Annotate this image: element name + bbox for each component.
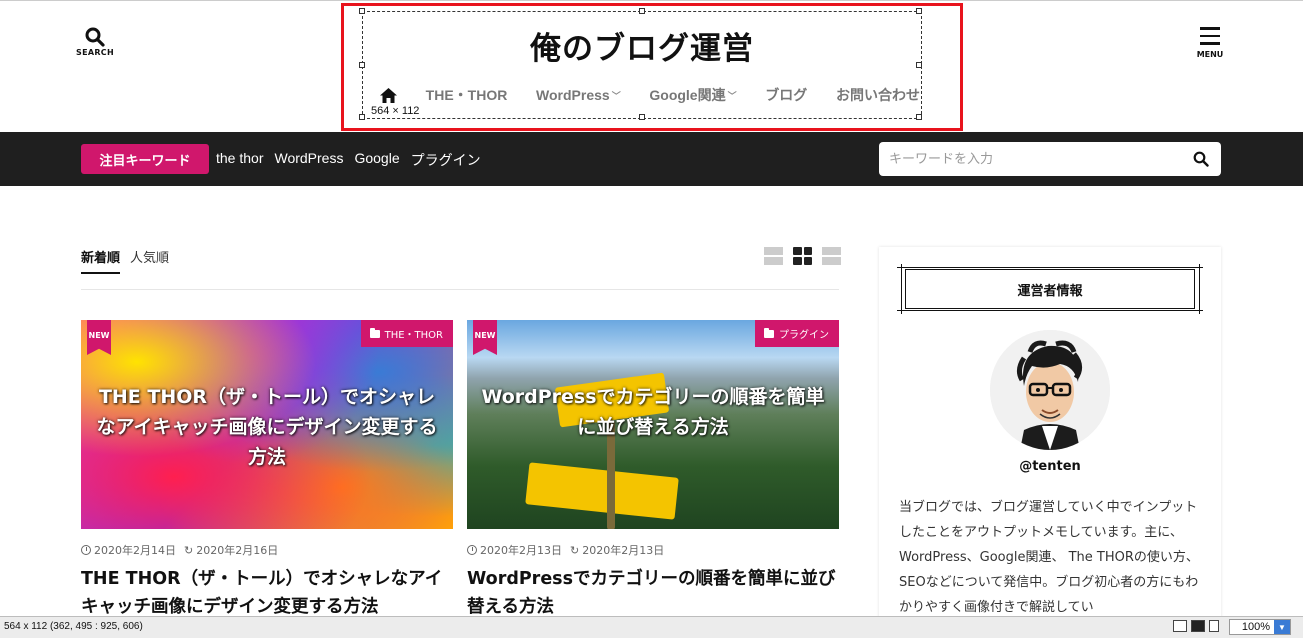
keyword-link[interactable]: Google bbox=[354, 150, 399, 170]
resize-handle[interactable] bbox=[916, 8, 922, 14]
profile-handle: @tenten bbox=[1019, 459, 1081, 474]
article-card[interactable]: THE THOR（ザ・トール）でオシャレなアイキャッチ画像にデザイン変更する方法… bbox=[81, 320, 453, 621]
keyword-link[interactable]: the thor bbox=[216, 150, 263, 170]
menu-label: MENU bbox=[1196, 49, 1224, 59]
title-decoration bbox=[897, 267, 1203, 268]
category-label: プラグイン bbox=[779, 330, 829, 341]
avatar bbox=[990, 330, 1110, 450]
profile-description: 当ブログでは、ブログ運営していく中でインプットしたことをアウトプットメモしていま… bbox=[899, 500, 1199, 615]
search-icon bbox=[85, 27, 105, 47]
title-decoration bbox=[901, 264, 902, 314]
nav-item-label: THE・THOR bbox=[425, 87, 508, 103]
nav-home[interactable] bbox=[380, 87, 397, 103]
nav-item-wordpress[interactable]: WordPress ﹀ bbox=[536, 87, 621, 103]
site-header: SEARCH MENU 俺のブログ運営 THE・THOR WordPress ﹀… bbox=[0, 0, 1303, 132]
chevron-down-icon: ▼ bbox=[1274, 620, 1290, 634]
updated-icon: ↻ bbox=[570, 543, 580, 557]
search-label: SEARCH bbox=[76, 48, 114, 57]
hamburger-icon bbox=[1200, 27, 1220, 45]
resize-handle[interactable] bbox=[639, 114, 645, 120]
keyword-links: the thor WordPress Google プラグイン bbox=[216, 150, 481, 170]
title-decoration bbox=[1199, 264, 1200, 314]
sidebar-profile-widget: 運営者情報 @tenten 当ブログでは、ブログ運営していく中でインプットしたこ… bbox=[879, 247, 1221, 638]
view-switcher bbox=[764, 247, 841, 265]
widget-title: 運営者情報 bbox=[905, 269, 1195, 309]
eyecatch-caption: THE THOR（ザ・トール）でオシャレなアイキャッチ画像にデザイン変更する方法 bbox=[96, 386, 438, 468]
keyword-badge: 注目キーワード bbox=[81, 144, 209, 174]
search-button[interactable]: SEARCH bbox=[76, 27, 114, 57]
tabs-divider bbox=[81, 289, 839, 290]
nav-item-google[interactable]: Google関連 ﹀ bbox=[649, 85, 736, 105]
title-decoration bbox=[897, 310, 1203, 311]
nav-item-label: お問い合わせ bbox=[835, 87, 920, 103]
category-badge[interactable]: THE・THOR bbox=[360, 320, 453, 347]
window-icon[interactable] bbox=[1209, 620, 1219, 632]
nav-item-blog[interactable]: ブログ bbox=[765, 85, 807, 105]
nav-item-label: ブログ bbox=[765, 87, 808, 103]
chevron-down-icon: ﹀ bbox=[727, 90, 737, 101]
zoom-select[interactable]: 100% ▼ bbox=[1229, 619, 1291, 635]
nav-item-label: Google関連 bbox=[649, 87, 726, 103]
zoom-value: 100% bbox=[1241, 621, 1270, 633]
updated-date: 2020年2月16日 bbox=[196, 544, 279, 557]
clock-icon bbox=[467, 545, 477, 555]
new-badge: NEW bbox=[87, 320, 111, 355]
chevron-down-icon: ﹀ bbox=[611, 90, 621, 101]
tab-newest[interactable]: 新着順 bbox=[81, 247, 121, 274]
post-meta: 2020年2月14日 ↻ 2020年2月16日 bbox=[81, 542, 453, 558]
eyecatch-image[interactable]: THE THOR（ザ・トール）でオシャレなアイキャッチ画像にデザイン変更する方法… bbox=[81, 320, 453, 529]
status-icons bbox=[1173, 620, 1219, 632]
tab-popular[interactable]: 人気順 bbox=[130, 247, 169, 274]
keyword-bar: 注目キーワード the thor WordPress Google プラグイン bbox=[0, 132, 1303, 186]
article-title[interactable]: THE THOR（ザ・トール）でオシャレなアイキャッチ画像にデザイン変更する方法 bbox=[81, 565, 453, 621]
search-icon[interactable] bbox=[1193, 151, 1209, 167]
global-nav: THE・THOR WordPress ﹀ Google関連 ﹀ ブログ お問い合… bbox=[380, 85, 920, 105]
category-label: THE・THOR bbox=[384, 330, 443, 341]
folder-icon bbox=[764, 327, 774, 338]
resize-handle[interactable] bbox=[916, 114, 922, 120]
screen-icon[interactable] bbox=[1191, 620, 1205, 632]
grid-view-icon[interactable] bbox=[793, 247, 812, 265]
keyword-link[interactable]: WordPress bbox=[274, 150, 343, 170]
resize-handle[interactable] bbox=[639, 8, 645, 14]
selection-size-label: 564 × 112 bbox=[369, 105, 422, 117]
article-card[interactable]: WordPressでカテゴリーの順番を簡単に並び替える方法 NEW プラグイン … bbox=[467, 320, 839, 621]
list-view-icon[interactable] bbox=[764, 247, 783, 265]
site-title[interactable]: 俺のブログ運営 bbox=[362, 23, 922, 68]
card-view-icon[interactable] bbox=[822, 247, 841, 265]
status-bar: 564 x 112 (362, 495 : 925, 606) 100% ▼ bbox=[0, 616, 1303, 638]
page: SEARCH MENU 俺のブログ運営 THE・THOR WordPress ﹀… bbox=[0, 0, 1303, 638]
new-badge: NEW bbox=[473, 320, 497, 355]
clock-icon bbox=[81, 545, 91, 555]
resize-handle[interactable] bbox=[359, 114, 365, 120]
nav-item-contact[interactable]: お問い合わせ bbox=[836, 85, 920, 105]
published-date: 2020年2月14日 bbox=[94, 544, 176, 557]
sort-tabs: 新着順 人気順 bbox=[81, 247, 169, 274]
resize-handle[interactable] bbox=[359, 8, 365, 14]
filmstrip-icon[interactable] bbox=[1173, 620, 1187, 632]
folder-icon bbox=[369, 327, 380, 338]
eyecatch-image[interactable]: WordPressでカテゴリーの順番を簡単に並び替える方法 NEW プラグイン bbox=[467, 320, 839, 529]
keyword-search-box bbox=[879, 142, 1221, 176]
keyword-search-input[interactable] bbox=[879, 142, 1179, 176]
nav-item-label: WordPress bbox=[536, 87, 610, 103]
updated-date: 2020年2月13日 bbox=[582, 544, 665, 557]
post-meta: 2020年2月13日 ↻ 2020年2月13日 bbox=[467, 542, 839, 558]
home-icon bbox=[380, 87, 397, 103]
eyecatch-caption: WordPressでカテゴリーの順番を簡単に並び替える方法 bbox=[481, 386, 825, 438]
selection-info: 564 x 112 (362, 495 : 925, 606) bbox=[4, 621, 143, 632]
menu-button[interactable]: MENU bbox=[1192, 27, 1228, 59]
keyword-link[interactable]: プラグイン bbox=[411, 150, 481, 170]
category-badge[interactable]: プラグイン bbox=[755, 320, 839, 347]
nav-item-thethor[interactable]: THE・THOR bbox=[426, 85, 508, 105]
article-title[interactable]: WordPressでカテゴリーの順番を簡単に並び替える方法 bbox=[467, 565, 839, 621]
updated-icon: ↻ bbox=[184, 543, 194, 557]
published-date: 2020年2月13日 bbox=[480, 544, 562, 557]
